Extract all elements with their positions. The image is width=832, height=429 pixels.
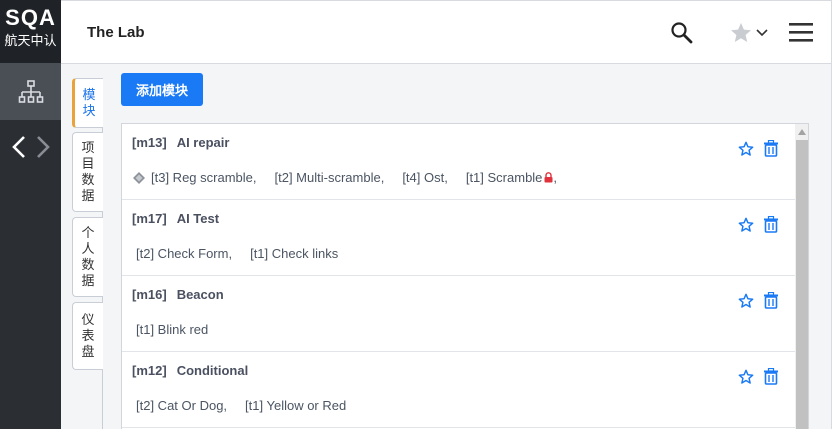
module-name[interactable]: Beacon — [177, 287, 224, 302]
star-outline-icon[interactable] — [738, 293, 754, 309]
tab-personal-data[interactable]: 个人数据 — [72, 217, 103, 297]
trash-icon[interactable] — [763, 368, 779, 385]
module-title: [m12] Conditional — [132, 363, 248, 378]
module-title: [m17] AI Test — [132, 211, 219, 226]
scroll-up-arrow[interactable] — [795, 126, 808, 138]
module-title: [m16] Beacon — [132, 287, 224, 302]
module-tasks: [t2] Cat Or Dog, [t1] Yellow or Red — [136, 398, 364, 413]
tab-dashboard-label: 仪表盘 — [81, 312, 95, 359]
module-name[interactable]: Conditional — [177, 363, 249, 378]
tab-project-data-label: 项目数据 — [81, 140, 95, 203]
module-code: [m17] — [132, 211, 167, 226]
module-actions — [738, 368, 779, 385]
app-title: The Lab — [87, 24, 145, 41]
task-separator: , — [553, 170, 558, 185]
star-outline-icon[interactable] — [738, 369, 754, 385]
triangle-up-icon — [798, 129, 806, 135]
module-actions — [738, 140, 779, 157]
star-icon — [731, 23, 751, 42]
list-scrollbar[interactable] — [795, 124, 808, 429]
list-item[interactable]: [m13] AI repair [t3] Reg scramble, [t2] M… — [122, 124, 808, 200]
chevron-right-icon[interactable] — [34, 134, 52, 160]
task-link[interactable]: [t1] Check links — [250, 246, 338, 261]
star-outline-icon[interactable] — [738, 141, 754, 157]
tab-modules[interactable]: 模块 — [72, 78, 103, 128]
module-actions — [738, 292, 779, 309]
logo[interactable]: SQA 航天中认 — [0, 0, 61, 63]
sitemap-icon — [18, 79, 43, 103]
chevron-left-icon[interactable] — [10, 134, 28, 160]
module-tasks: [t1] Blink red — [136, 322, 226, 337]
module-actions — [738, 216, 779, 233]
task-link[interactable]: [t2] Multi-scramble, — [275, 170, 385, 185]
module-title: [m13] AI repair — [132, 135, 229, 150]
hamburger-menu-icon[interactable] — [789, 21, 813, 43]
list-item[interactable]: [m17] AI Test [t2] Check Form, [t1] Check… — [122, 200, 808, 276]
scroll-thumb[interactable] — [796, 140, 808, 429]
logo-text: SQA — [5, 5, 56, 30]
list-item[interactable]: [m12] Conditional [t2] Cat Or Dog, [t1] Y… — [122, 352, 808, 428]
rail-navigation — [0, 124, 61, 170]
logo-subtext: 航天中认 — [4, 33, 57, 48]
task-link[interactable]: [t4] Ost, — [402, 170, 448, 185]
task-link[interactable]: [t1] Yellow or Red — [245, 398, 346, 413]
module-tasks: [t3] Reg scramble, [t2] Multi-scramble, … — [132, 170, 557, 185]
module-code: [m16] — [132, 287, 167, 302]
module-code: [m13] — [132, 135, 167, 150]
task-link[interactable]: [t2] Cat Or Dog, — [136, 398, 227, 413]
list-item[interactable]: [m16] Beacon [t1] Blink red — [122, 276, 808, 352]
tab-modules-label: 模块 — [82, 87, 96, 118]
tab-personal-data-label: 个人数据 — [81, 225, 95, 288]
trash-icon[interactable] — [763, 140, 779, 157]
left-rail: SQA 航天中认 — [0, 0, 61, 429]
search-icon[interactable] — [670, 21, 694, 45]
add-module-button[interactable]: 添加模块 — [121, 73, 203, 106]
task-link[interactable]: [t2] Check Form, — [136, 246, 232, 261]
favorites-dropdown[interactable] — [729, 20, 775, 46]
diamond-icon — [133, 171, 145, 184]
module-name[interactable]: AI Test — [177, 211, 219, 226]
task-link[interactable]: [t1] Blink red — [136, 322, 208, 337]
trash-icon[interactable] — [763, 216, 779, 233]
trash-icon[interactable] — [763, 292, 779, 309]
star-outline-icon[interactable] — [738, 217, 754, 233]
lock-icon — [544, 172, 553, 183]
task-link[interactable]: [t1] Scramble — [466, 170, 543, 185]
chevron-down-icon — [756, 29, 768, 37]
main-content: 模块 项目数据 个人数据 仪表盘 添加模块 [m13] AI repair [t3… — [61, 64, 832, 429]
module-tasks: [t2] Check Form, [t1] Check links — [136, 246, 356, 261]
top-header: The Lab — [61, 0, 832, 64]
module-code: [m12] — [132, 363, 167, 378]
tab-project-data[interactable]: 项目数据 — [72, 132, 103, 212]
module-name[interactable]: AI repair — [177, 135, 230, 150]
task-link[interactable]: [t3] Reg scramble, — [151, 170, 257, 185]
module-list: [m13] AI repair [t3] Reg scramble, [t2] M… — [121, 123, 809, 429]
tab-dashboard[interactable]: 仪表盘 — [72, 302, 103, 370]
rail-modules-button[interactable] — [0, 63, 61, 120]
